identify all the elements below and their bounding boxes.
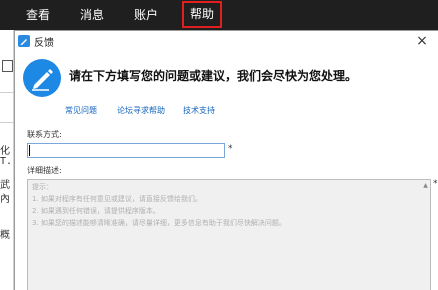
menu-messages[interactable]: 消息	[80, 0, 104, 30]
faq-link[interactable]: 常见问题	[65, 105, 97, 116]
document-icon	[2, 60, 13, 72]
contact-input[interactable]	[27, 143, 225, 158]
menu-view[interactable]: 查看	[26, 0, 50, 30]
background-text-line: 武	[0, 180, 10, 191]
dialog-headline: 请在下方填写您的问题或建议，我们会尽快为您处理。	[69, 69, 358, 83]
pen-logo-icon	[23, 59, 61, 97]
dialog-title: 反馈	[34, 38, 54, 49]
tech-support-link[interactable]: 技术支持	[183, 105, 215, 116]
placeholder-line: 3. 如果您的描述能够清晰准确，请尽量详细，更多信息有助于我们尽快解决问题。	[32, 219, 286, 227]
close-button[interactable]: ×	[414, 33, 430, 49]
background-text-line: T.	[0, 156, 13, 167]
background-window: 化 T. 武 內 概	[0, 30, 14, 290]
detail-required-mark: *	[433, 179, 438, 189]
app-menubar: 查看 消息 账户 帮助	[0, 0, 438, 30]
menu-account[interactable]: 账户	[134, 0, 158, 30]
detail-textarea[interactable]: 提示： 1. 如果对程序有任何意见或建议，请直接反馈给我们。 2. 如果遇到任何…	[27, 179, 431, 290]
menu-help[interactable]: 帮助	[182, 1, 223, 28]
dialog-titlebar: 反馈 ×	[15, 31, 438, 51]
contact-label: 联系方式:	[27, 130, 62, 139]
feedback-app-icon	[18, 35, 30, 47]
placeholder-line: 1. 如果对程序有任何意见或建议，请直接反馈给我们。	[32, 195, 202, 203]
divider	[0, 92, 14, 93]
background-text-line: 內	[0, 194, 10, 205]
placeholder-line: 2. 如果遇到任何错误，请提供程序版本。	[32, 207, 160, 215]
forum-help-link[interactable]: 论坛寻求帮助	[117, 105, 165, 116]
detail-label: 详细描述:	[27, 166, 62, 175]
divider	[0, 122, 14, 123]
text-cursor	[29, 145, 30, 156]
contact-required-mark: *	[228, 144, 233, 154]
background-text-line: 概	[0, 230, 10, 241]
scroll-up-arrow-icon[interactable]: ▲	[422, 182, 429, 189]
feedback-dialog: 反馈 × 请在下方填写您的问题或建议，我们会尽快为您处理。 常见问题 论坛寻求帮…	[14, 30, 438, 290]
placeholder-line: 提示：	[32, 183, 53, 191]
background-text-line: 化	[0, 146, 10, 157]
